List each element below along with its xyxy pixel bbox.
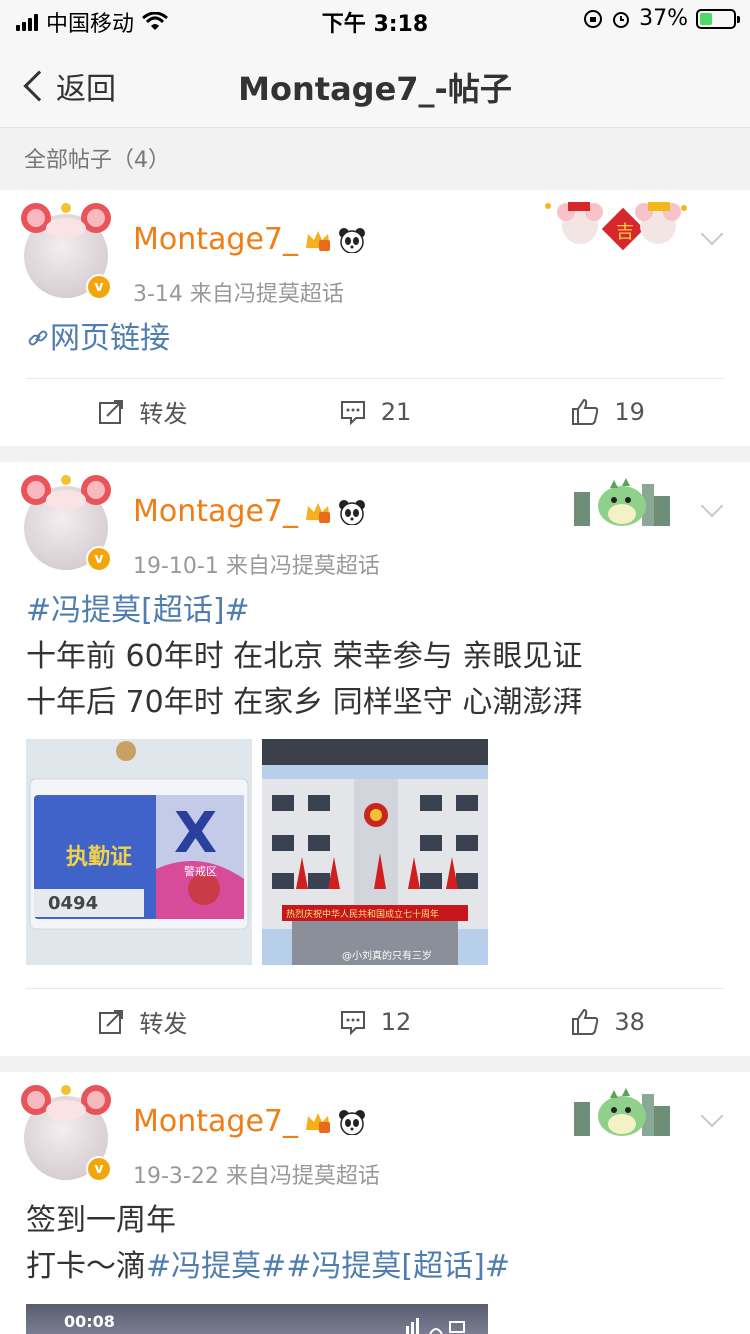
- panda-icon: [339, 1109, 365, 1135]
- post-text-line: 十年前 60年时 在北京 荣幸参与 亲眼见证: [26, 639, 583, 674]
- crown-icon: [306, 230, 330, 251]
- crown-icon: [306, 502, 330, 523]
- avatar[interactable]: v: [21, 475, 112, 572]
- mouse-ears-decoration: [21, 475, 111, 510]
- battery-percent: 37%: [639, 6, 688, 31]
- repost-button[interactable]: 转发: [26, 989, 259, 1054]
- web-link-label: 网页链接: [50, 321, 170, 356]
- post-text-line: 打卡～滴#冯提莫##冯提莫[超话]#: [26, 1244, 510, 1290]
- pass-card-title: 执勤证: [66, 845, 133, 870]
- post-image-pass-card[interactable]: X 执勤证 警戒区 0494: [26, 739, 252, 965]
- chevron-down-icon[interactable]: [700, 494, 724, 518]
- comment-count: 21: [380, 397, 412, 426]
- panda-icon: [339, 227, 365, 253]
- like-button[interactable]: 38: [491, 989, 724, 1054]
- image-watermark: @小刘真的只有三岁: [342, 951, 432, 962]
- verified-badge-icon: v: [86, 1156, 112, 1182]
- wifi-icon: [406, 1318, 465, 1334]
- post-text-line: 十年后 70年时 在家乡 同样坚守 心潮澎湃: [26, 685, 583, 720]
- like-count: 38: [614, 1007, 645, 1036]
- video-time: 00:08: [64, 1312, 115, 1331]
- post-card[interactable]: v Montage7_ 19-10-1 来自冯提莫超话 #冯提莫[超话]# 十年…: [0, 462, 750, 1056]
- post-text-prefix: 打卡～滴: [26, 1249, 146, 1284]
- post-video-thumbnail[interactable]: 00:08: [26, 1304, 488, 1334]
- username[interactable]: Montage7_: [133, 1104, 298, 1139]
- post-actions: 转发 12 38: [26, 988, 724, 1054]
- pass-card-zone: 警戒区: [184, 865, 217, 878]
- avatar[interactable]: v: [21, 203, 112, 300]
- username[interactable]: Montage7_: [133, 222, 298, 257]
- svg-text:吉: 吉: [616, 222, 634, 243]
- pass-card-letter: X: [174, 801, 218, 866]
- repost-icon: [99, 399, 124, 424]
- mouse-ears-decoration: [21, 203, 111, 238]
- building-banner: 热烈庆祝中华人民共和国成立七十周年: [286, 910, 440, 920]
- repost-icon: [99, 1009, 124, 1034]
- chevron-down-icon[interactable]: [700, 222, 724, 246]
- panda-icon: [339, 499, 365, 525]
- comment-icon: [340, 400, 365, 425]
- repost-button[interactable]: 转发: [26, 379, 259, 444]
- status-bar: 中国移动 下午 3:18 37%: [0, 0, 750, 40]
- post-card[interactable]: v Montage7_ 19-3-22 来自冯提莫超话 签到一周年 打卡～滴#冯…: [0, 1072, 750, 1334]
- chevron-down-icon[interactable]: [700, 1104, 724, 1128]
- mouse-ears-decoration: [21, 1085, 111, 1120]
- post-text-line: 签到一周年: [26, 1203, 176, 1238]
- section-label: 全部帖子（4）: [0, 128, 750, 188]
- link-icon: [28, 330, 48, 346]
- comment-icon: [340, 1010, 365, 1035]
- verified-badge-icon: v: [86, 274, 112, 300]
- post-meta: 19-3-22 来自冯提莫超话: [133, 1164, 380, 1189]
- page-title: Montage7_-帖子: [238, 70, 512, 108]
- post-card[interactable]: v Montage7_ 3-14 来自冯提莫超话 吉 网页链接 转发 21 19: [0, 190, 750, 446]
- post-actions: 转发 21 19: [26, 378, 724, 444]
- thumbs-up-icon: [572, 398, 599, 425]
- comment-button[interactable]: 21: [259, 379, 492, 444]
- thumbs-up-icon: [572, 1008, 599, 1035]
- comment-count: 12: [380, 1007, 412, 1036]
- dinosaur-decoration: [574, 478, 670, 526]
- topic-link[interactable]: #冯提莫##冯提莫[超话]#: [146, 1249, 510, 1284]
- pass-card-number: 0494: [48, 893, 99, 914]
- battery-icon: [696, 8, 740, 29]
- lucky-mice-decoration: 吉: [545, 202, 687, 251]
- post-image-building[interactable]: 热烈庆祝中华人民共和国成立七十周年 @小刘真的只有三岁: [262, 739, 488, 965]
- dinosaur-decoration: [574, 1088, 670, 1136]
- username[interactable]: Montage7_: [133, 494, 298, 529]
- like-count: 19: [614, 397, 645, 426]
- avatar[interactable]: v: [21, 1085, 112, 1182]
- topic-link[interactable]: #冯提莫[超话]#: [26, 588, 582, 634]
- like-button[interactable]: 19: [491, 379, 724, 444]
- alarm-icon: [613, 11, 630, 28]
- repost-label: 转发: [139, 400, 188, 428]
- crown-icon: [306, 1112, 330, 1133]
- nav-bar: 返回 Montage7_-帖子: [0, 40, 750, 128]
- comment-button[interactable]: 12: [259, 989, 492, 1054]
- post-meta: 3-14 来自冯提莫超话: [133, 282, 344, 307]
- verified-badge-icon: v: [86, 546, 112, 572]
- rotation-lock-icon: [584, 9, 603, 28]
- web-link[interactable]: 网页链接: [26, 321, 170, 356]
- post-meta: 19-10-1 来自冯提莫超话: [133, 554, 380, 579]
- repost-label: 转发: [139, 1010, 188, 1038]
